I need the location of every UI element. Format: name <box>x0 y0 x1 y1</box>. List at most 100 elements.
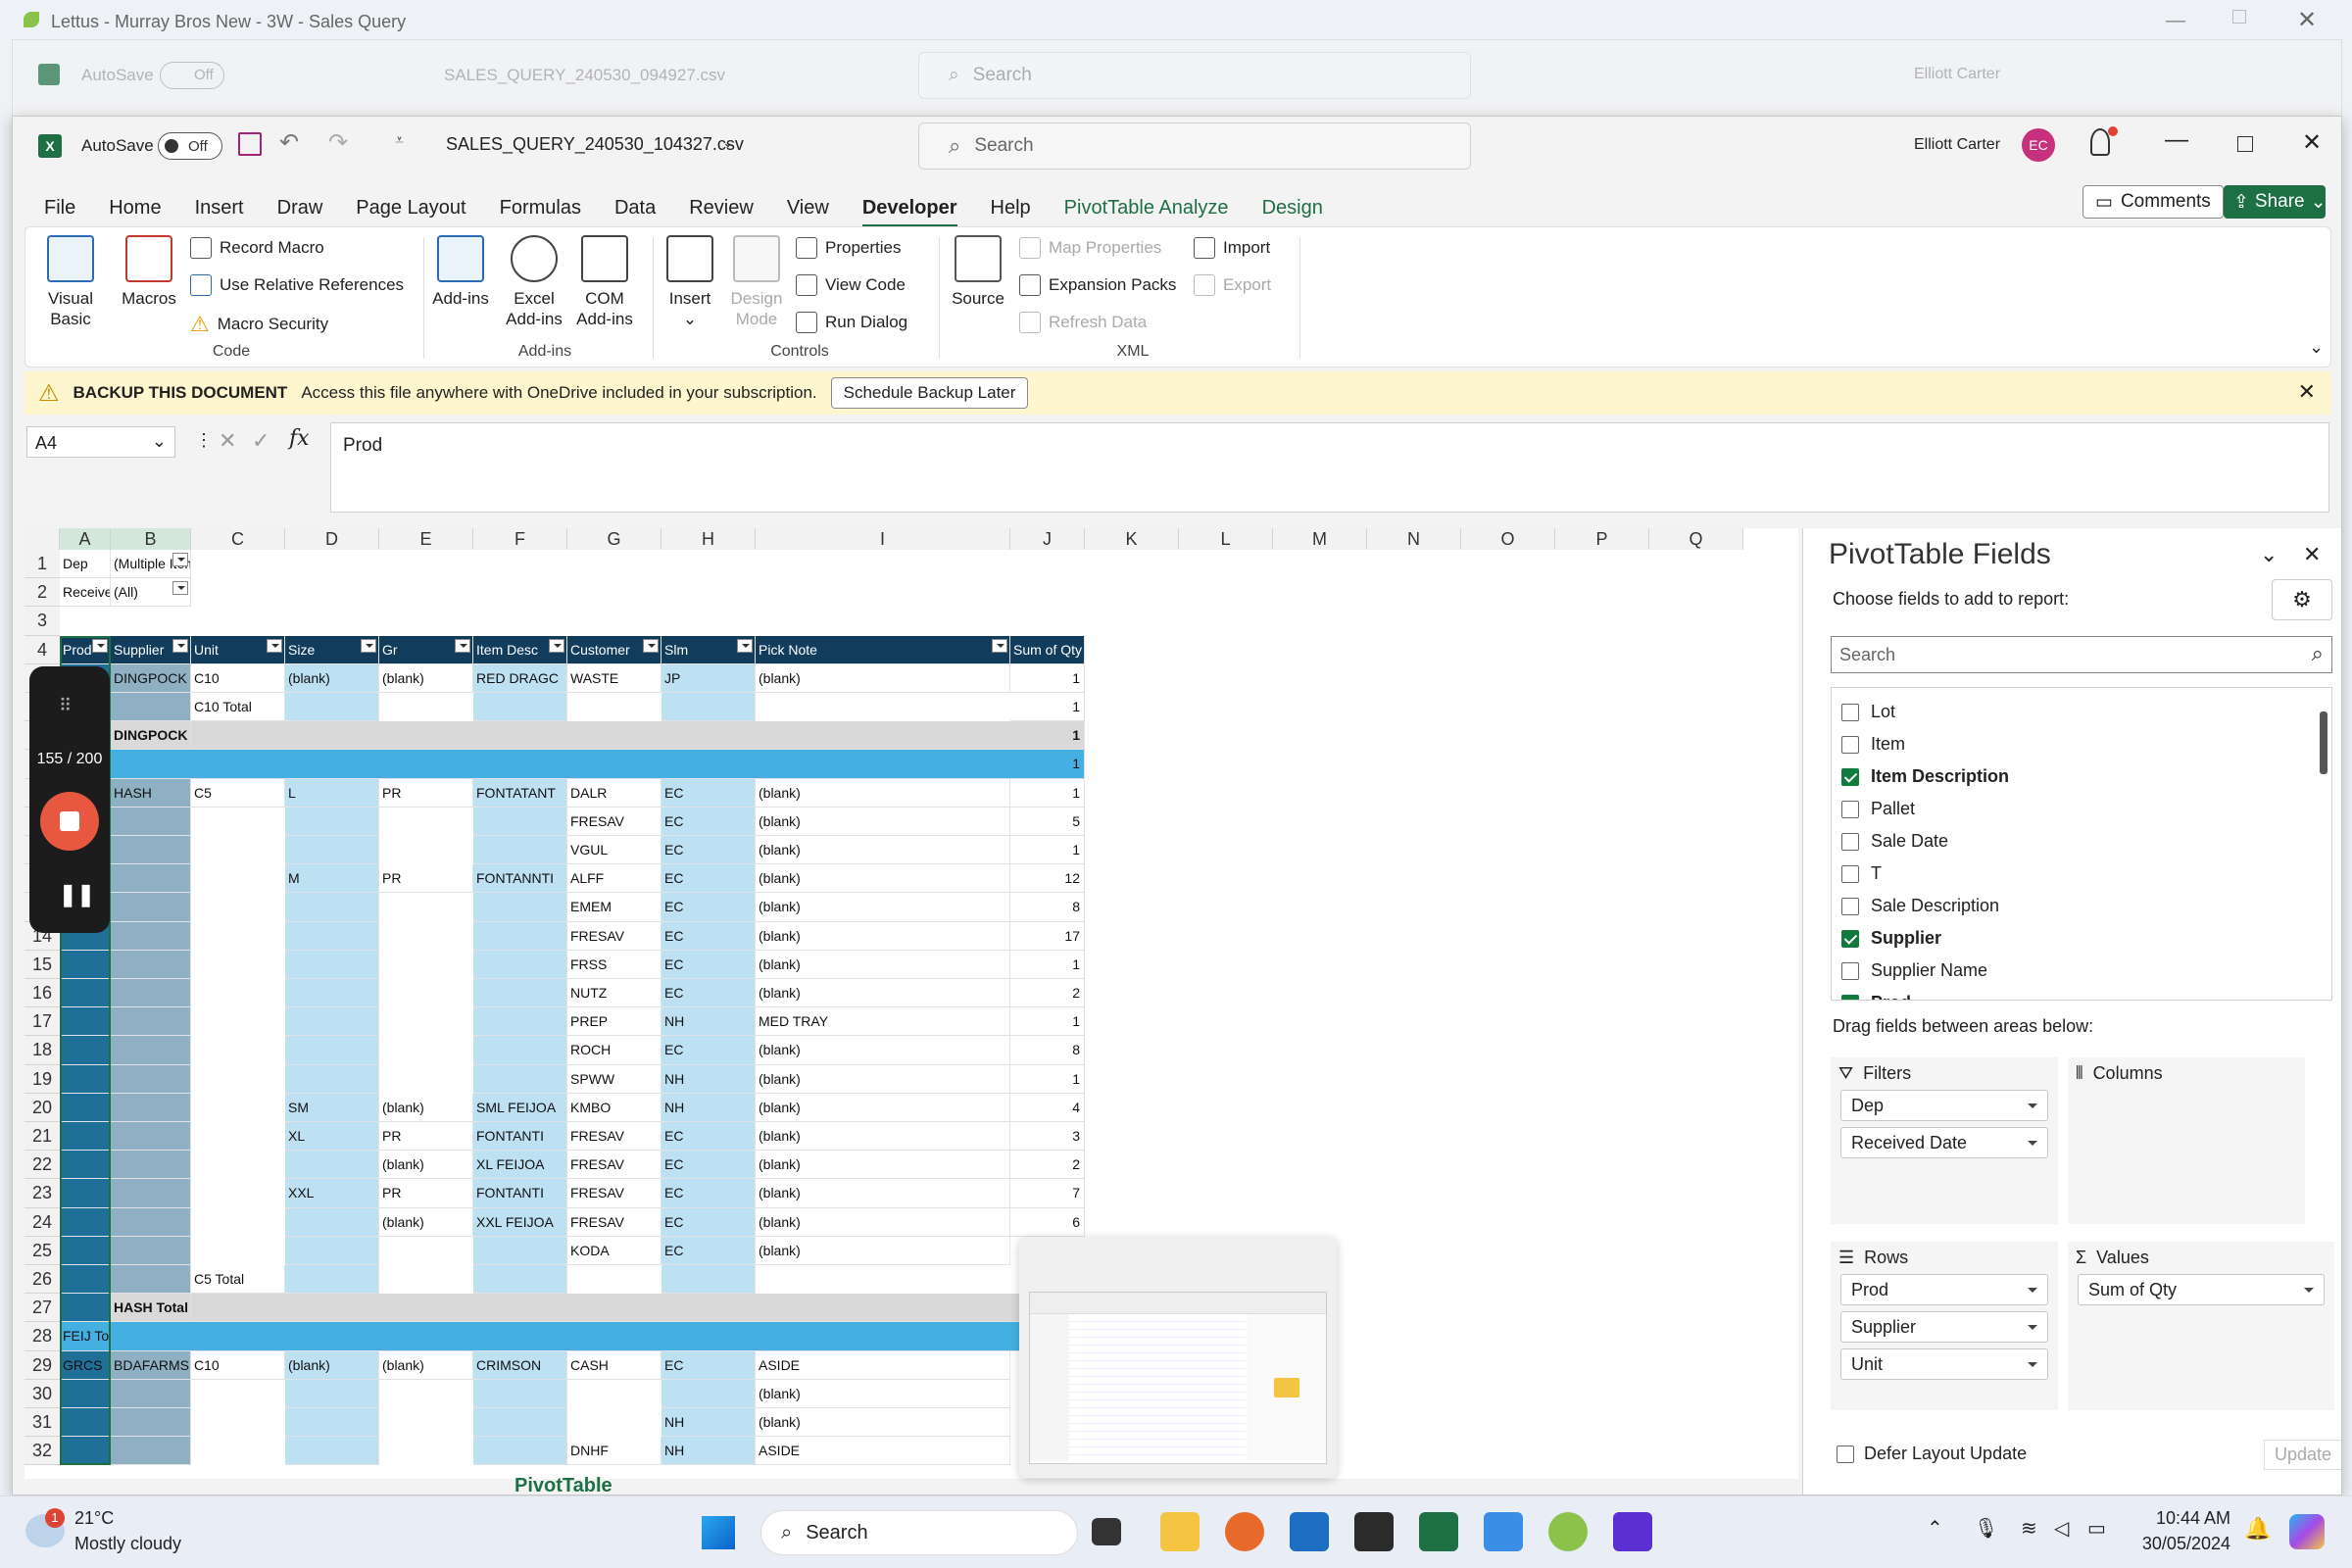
gear-icon[interactable]: ⚙ <box>2272 579 2332 620</box>
field-checkbox[interactable] <box>1841 735 1859 754</box>
column-header-c[interactable]: C <box>191 528 285 550</box>
redo-icon[interactable]: ↷ <box>328 128 348 157</box>
weather-desc[interactable]: Mostly cloudy <box>74 1534 181 1554</box>
grid-cell[interactable]: FRESAV <box>567 1122 662 1152</box>
grid-cell[interactable]: 5 <box>1010 807 1085 836</box>
visual-basic-button[interactable]: Visual Basic <box>39 235 102 330</box>
grid-cell[interactable]: CASH <box>567 1350 662 1380</box>
grid-cell[interactable] <box>111 921 191 951</box>
pivot-column-header[interactable]: Sum of Qty <box>1010 635 1085 664</box>
total-row[interactable] <box>111 1322 1085 1351</box>
comments-button[interactable]: ▭ Comments <box>2082 185 2224 219</box>
grid-cell[interactable] <box>111 1437 191 1466</box>
column-header-i[interactable]: I <box>756 528 1010 550</box>
columns-area[interactable]: ⫴ Columns <box>2068 1057 2305 1224</box>
grid-cell[interactable] <box>111 893 191 922</box>
row-header-32[interactable]: 32 <box>24 1437 60 1466</box>
grid-cell[interactable]: NUTZ <box>567 979 662 1008</box>
grid-cell[interactable] <box>285 1151 379 1180</box>
grid-cell[interactable] <box>60 979 111 1008</box>
grid-cell[interactable]: SML FEIJOA <box>473 1093 567 1122</box>
grid-cell[interactable]: C10 Total <box>191 693 285 722</box>
column-header-g[interactable]: G <box>567 528 662 550</box>
column-header-j[interactable]: J <box>1010 528 1085 550</box>
row-header-25[interactable]: 25 <box>24 1236 60 1265</box>
close-icon[interactable]: ✕ <box>2302 128 2322 157</box>
grid-cell[interactable] <box>473 950 567 979</box>
filter-label[interactable]: Dep <box>60 550 111 579</box>
clock-time[interactable]: 10:44 AM <box>2152 1508 2230 1529</box>
tab-pivottable-analyze[interactable]: PivotTable Analyze <box>1064 197 1229 220</box>
grid-cell[interactable] <box>473 1408 567 1438</box>
grid-cell[interactable] <box>473 693 567 722</box>
stop-record-button[interactable] <box>40 792 99 851</box>
drag-handle-icon[interactable]: ⠿ <box>59 696 72 716</box>
field-item[interactable]: Prod <box>1841 987 2322 1000</box>
row-header-24[interactable]: 24 <box>24 1207 60 1237</box>
grid-cell[interactable]: DINGPOCK <box>111 663 191 693</box>
tab-data[interactable]: Data <box>614 197 656 220</box>
cancel-icon[interactable]: ✕ <box>219 428 236 454</box>
grid-cell[interactable] <box>111 836 191 865</box>
grid-cell[interactable]: NH <box>662 1064 756 1094</box>
grid-cell[interactable] <box>662 1379 756 1408</box>
grid-cell[interactable]: EC <box>662 1207 756 1237</box>
grid-cell[interactable] <box>111 1265 191 1295</box>
grid-cell[interactable] <box>111 807 191 836</box>
row-header-1[interactable]: 1 <box>24 550 60 579</box>
xml-source-button[interactable]: Source <box>949 235 1007 309</box>
tab-review[interactable]: Review <box>689 197 754 220</box>
grid-cell[interactable] <box>60 1207 111 1237</box>
customize-qat-icon[interactable]: ⩡ <box>395 132 404 150</box>
grid-cell[interactable]: (blank) <box>756 1036 1010 1065</box>
grid-cell[interactable]: FRESAV <box>567 1151 662 1180</box>
grid-cell[interactable] <box>285 1036 379 1065</box>
grid-cell[interactable]: DNHF <box>567 1437 662 1466</box>
grid-cell[interactable]: C5 <box>191 778 285 808</box>
grid-cell[interactable] <box>662 1265 756 1295</box>
grid-cell[interactable]: (blank) <box>756 1379 1010 1408</box>
update-button[interactable]: Update <box>2264 1440 2341 1470</box>
sheet-tab-pivottable[interactable]: PivotTable <box>514 1475 612 1494</box>
grid-cell[interactable] <box>111 1122 191 1152</box>
pivot-column-header[interactable]: Unit <box>191 635 285 664</box>
grid-cell[interactable]: FONTATANT <box>473 778 567 808</box>
grid-cell[interactable]: 1 <box>1010 1007 1085 1037</box>
grid-cell[interactable] <box>285 1064 379 1094</box>
grid-cell[interactable]: (blank) <box>756 893 1010 922</box>
field-item[interactable]: Supplier <box>1841 922 2322 955</box>
grid-cell[interactable]: EC <box>662 778 756 808</box>
row-header-18[interactable]: 18 <box>24 1036 60 1065</box>
tab-file[interactable]: File <box>44 197 75 220</box>
grid-cell[interactable]: XXL <box>285 1179 379 1208</box>
macro-security-button[interactable]: ⚠ Macro Security <box>190 312 328 337</box>
grid-cell[interactable]: GRCS <box>60 1350 111 1380</box>
grid-cell[interactable]: (blank) <box>756 836 1010 865</box>
notification-bell-icon[interactable]: 🔔 <box>2244 1516 2271 1542</box>
close-pane-icon[interactable]: ✕ <box>2303 542 2321 567</box>
total-row[interactable] <box>111 750 1085 779</box>
lightbulb-icon[interactable] <box>2090 128 2110 156</box>
com-add-ins-button[interactable]: COM Add-ins <box>570 235 639 330</box>
grid-cell[interactable]: (blank) <box>756 1408 1010 1438</box>
grid-cell[interactable] <box>285 1265 379 1295</box>
grid-cell[interactable]: 1 <box>1010 1064 1085 1094</box>
field-checkbox[interactable] <box>1841 703 1859 721</box>
grid-cell[interactable]: (blank) <box>756 1064 1010 1094</box>
grid-cell[interactable]: FEIJ Total <box>60 1322 111 1351</box>
excel-taskbar-icon[interactable] <box>1419 1512 1458 1551</box>
grid-cell[interactable] <box>285 893 379 922</box>
grid-cell[interactable] <box>285 979 379 1008</box>
grid-cell[interactable] <box>60 1036 111 1065</box>
grid-cell[interactable]: (blank) <box>756 807 1010 836</box>
grid-cell[interactable]: NH <box>662 1408 756 1438</box>
design-mode-button[interactable]: Design Mode <box>725 235 788 330</box>
area-field-pill[interactable]: Received Date <box>1840 1127 2048 1158</box>
grid-cell[interactable]: 2 <box>1010 979 1085 1008</box>
grid-cell[interactable] <box>111 1151 191 1180</box>
column-header-b[interactable]: B <box>111 528 191 550</box>
file-explorer-icon[interactable] <box>1160 1512 1200 1551</box>
grid-cell[interactable]: ASIDE <box>756 1350 1010 1380</box>
grid-cell[interactable] <box>473 1064 567 1094</box>
field-item[interactable]: T <box>1841 858 2322 890</box>
